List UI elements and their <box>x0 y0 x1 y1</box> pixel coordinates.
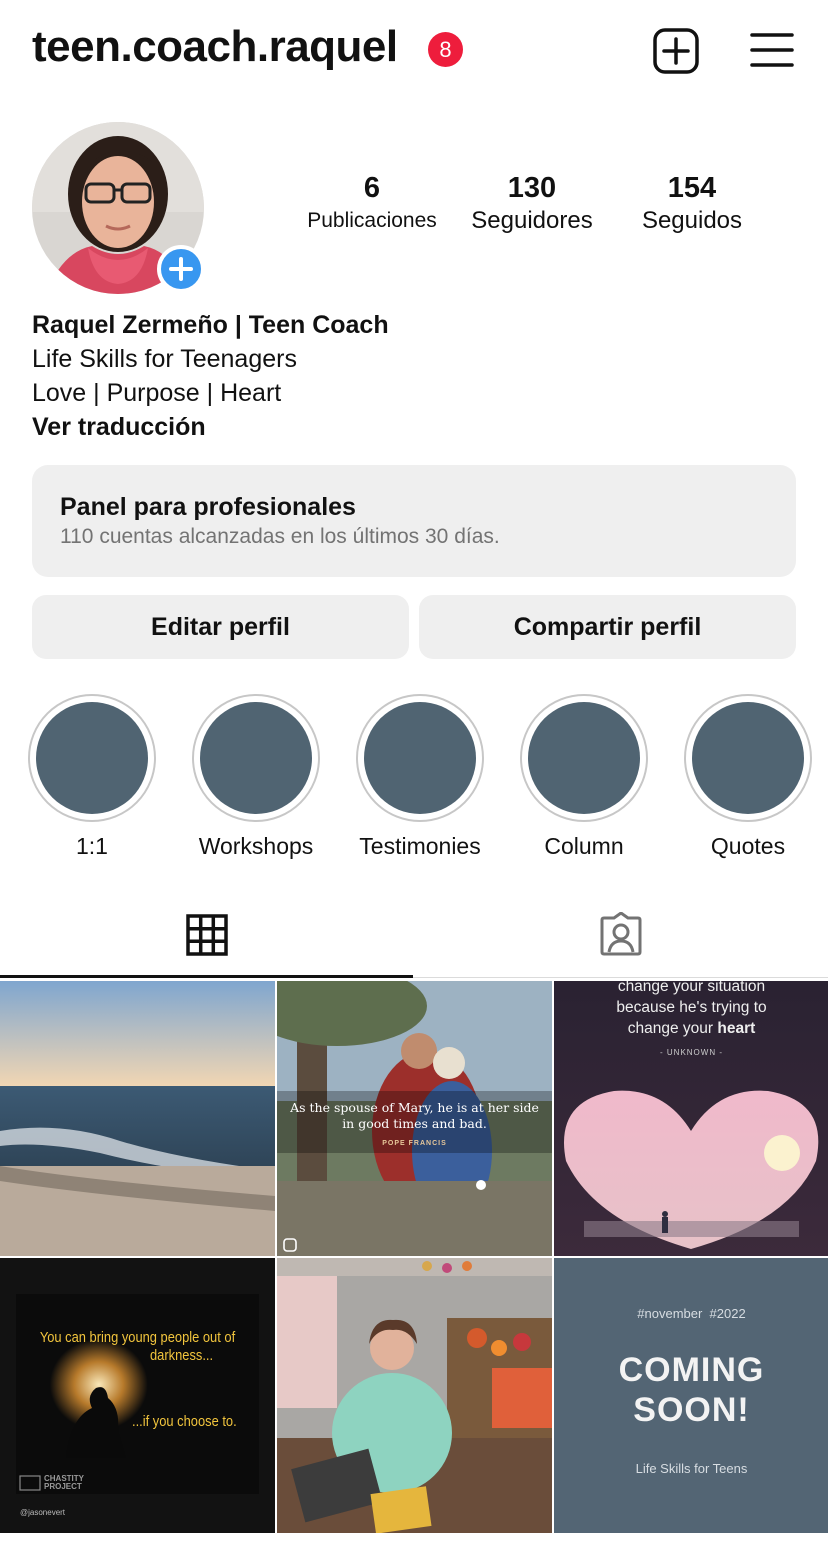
tab-divider <box>413 977 828 978</box>
followers-count: 130 <box>507 172 557 204</box>
dashboard-title: Panel para profesionales <box>60 493 356 521</box>
share-profile-button[interactable]: Compartir perfil <box>419 595 796 659</box>
post-tile-2[interactable]: As the spouse of Mary, he is at her side… <box>277 981 552 1256</box>
post-quote-line2: darkness... <box>150 1347 214 1364</box>
following-stat[interactable]: 154 Seguidos <box>630 170 754 236</box>
highlight-label: Column <box>544 833 624 859</box>
post-brand: CHASTITY PROJECT <box>44 1474 84 1491</box>
bio-line-1: Life Skills for Teenagers <box>32 345 297 373</box>
posts-stat[interactable]: 6 Publicaciones <box>298 170 446 236</box>
following-count: 154 <box>667 172 717 204</box>
post-quote-author: - UNKNOWN - <box>660 1048 723 1057</box>
post-tags: #november #2022 <box>637 1306 746 1321</box>
highlight-testimonies[interactable]: Testimonies <box>356 694 484 862</box>
highlight-cover <box>192 694 320 822</box>
post-headline: COMING SOON! <box>618 1351 765 1429</box>
new-post-button[interactable] <box>652 27 700 75</box>
post-tile-4[interactable]: You can bring young people out of darkne… <box>0 1258 275 1533</box>
followers-label: Seguidores <box>471 207 593 234</box>
post-tile-5[interactable] <box>277 1258 552 1533</box>
followers-stat[interactable]: 130 Seguidores <box>460 170 604 236</box>
posts-label: Publicaciones <box>307 209 437 232</box>
profile-avatar[interactable] <box>32 122 205 294</box>
post-tile-1[interactable] <box>0 981 275 1256</box>
post-image <box>0 981 275 1256</box>
professional-dashboard-card[interactable]: Panel para profesionales 110 cuentas alc… <box>32 465 796 577</box>
dashboard-subtitle: 110 cuentas alcanzadas en los últimos 30… <box>60 525 500 548</box>
highlight-1-1[interactable]: 1:1 <box>28 694 156 862</box>
tagged-person-icon <box>600 912 642 956</box>
posts-count: 6 <box>363 172 381 204</box>
highlight-cover <box>520 694 648 822</box>
highlight-cover <box>28 694 156 822</box>
post-image <box>0 1258 275 1533</box>
post-quote-line3: ...if you choose to. <box>132 1413 237 1430</box>
grid-icon <box>186 914 228 956</box>
highlight-column[interactable]: Column <box>520 694 648 862</box>
highlight-workshops[interactable]: Workshops <box>192 694 320 862</box>
following-label: Seguidos <box>641 207 743 234</box>
plus-icon <box>169 257 193 281</box>
see-translation-link[interactable]: Ver traducción <box>32 410 792 444</box>
post-quote-text: change your situation because he's tryin… <box>616 981 767 1037</box>
post-quote-text: As the spouse of Mary, he is at her side… <box>290 1100 539 1131</box>
highlight-label: 1:1 <box>76 833 108 859</box>
tab-posts-grid[interactable] <box>0 898 414 980</box>
profile-bio: Raquel Zermeño | Teen Coach Life Skills … <box>32 308 792 444</box>
highlight-label: Workshops <box>198 833 314 859</box>
highlight-label: Testimonies <box>359 833 481 859</box>
post-footer: Life Skills for Teens <box>635 1461 748 1476</box>
post-image <box>277 1258 552 1533</box>
notification-badge[interactable]: 8 <box>428 32 463 67</box>
post-quote-line1: You can bring young people out of <box>39 1329 236 1346</box>
post-quote-author: POPE FRANCIS <box>382 1140 447 1147</box>
plus-square-icon <box>653 28 699 74</box>
highlight-cover <box>684 694 812 822</box>
bio-line-2: Love | Purpose | Heart <box>32 379 282 407</box>
post-handle: @jasonevert <box>20 1508 66 1517</box>
highlight-cover <box>356 694 484 822</box>
username-title[interactable]: teen.coach.raquel <box>32 22 398 72</box>
active-tab-indicator <box>0 975 413 978</box>
highlight-quotes[interactable]: Quotes <box>684 694 812 862</box>
menu-button[interactable] <box>750 31 794 69</box>
profile-tabs <box>0 898 828 980</box>
post-tile-6[interactable]: #november #2022 COMING SOON! Life Skills… <box>554 1258 828 1533</box>
hamburger-menu-icon <box>750 33 794 67</box>
tab-tagged[interactable] <box>414 898 828 980</box>
top-bar: teen.coach.raquel 8 <box>0 0 828 100</box>
display-name: Raquel Zermeño | Teen Coach <box>32 311 389 339</box>
add-story-button[interactable] <box>157 245 205 293</box>
highlight-label: Quotes <box>710 833 786 859</box>
edit-profile-button[interactable]: Editar perfil <box>32 595 409 659</box>
post-tile-3[interactable]: change your situation because he's tryin… <box>554 981 828 1256</box>
